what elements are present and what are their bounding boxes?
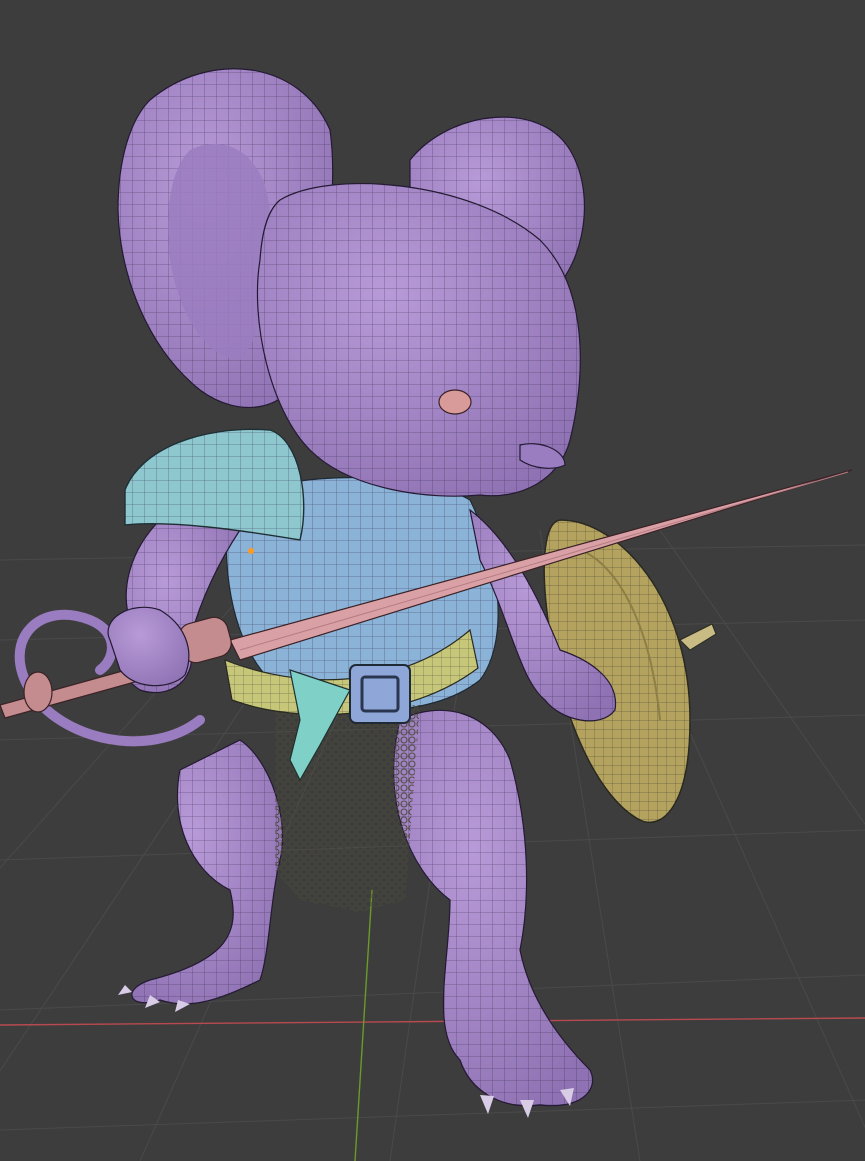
- eye: [438, 389, 472, 415]
- 3d-viewport[interactable]: [0, 0, 865, 1161]
- y-axis-line: [354, 889, 373, 1161]
- belt-buckle: [349, 664, 411, 724]
- object-origin-marker: [248, 548, 254, 554]
- viewport-canvas: [0, 68, 865, 1161]
- x-axis-line: [0, 1017, 865, 1026]
- shoulder-armor: [124, 428, 305, 541]
